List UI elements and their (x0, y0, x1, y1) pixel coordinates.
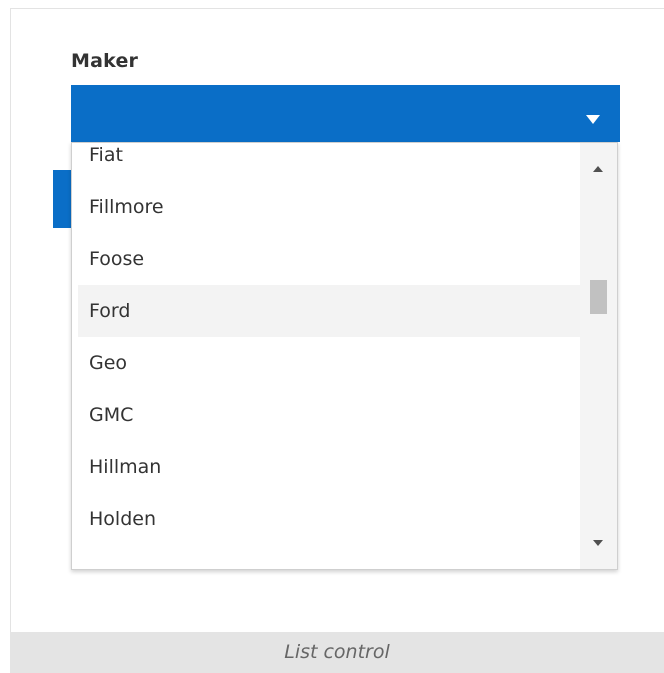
scroll-thumb[interactable] (590, 280, 607, 314)
caption: List control (10, 632, 664, 673)
list-item[interactable]: Geo (78, 337, 580, 389)
list-item[interactable]: Fillmore (78, 181, 580, 233)
list-item-hovered[interactable]: Ford (78, 285, 580, 337)
triangle-down-icon[interactable] (593, 540, 603, 546)
list-item[interactable]: Holden (78, 493, 580, 545)
caret-down-icon[interactable] (586, 115, 600, 124)
selection-accent (53, 170, 71, 228)
triangle-up-icon[interactable] (593, 166, 603, 172)
vertical-scrollbar[interactable] (580, 143, 617, 569)
option-list: Fiat Fillmore Foose Ford Geo GMC Hillman… (78, 143, 580, 545)
maker-dropdown-list[interactable]: Fiat Fillmore Foose Ford Geo GMC Hillman… (71, 142, 618, 570)
list-item[interactable]: Fiat (78, 143, 580, 181)
list-item[interactable]: Foose (78, 233, 580, 285)
maker-label: Maker (71, 50, 139, 72)
list-item[interactable]: Hillman (78, 441, 580, 493)
list-item[interactable]: GMC (78, 389, 580, 441)
maker-select[interactable] (71, 85, 620, 142)
